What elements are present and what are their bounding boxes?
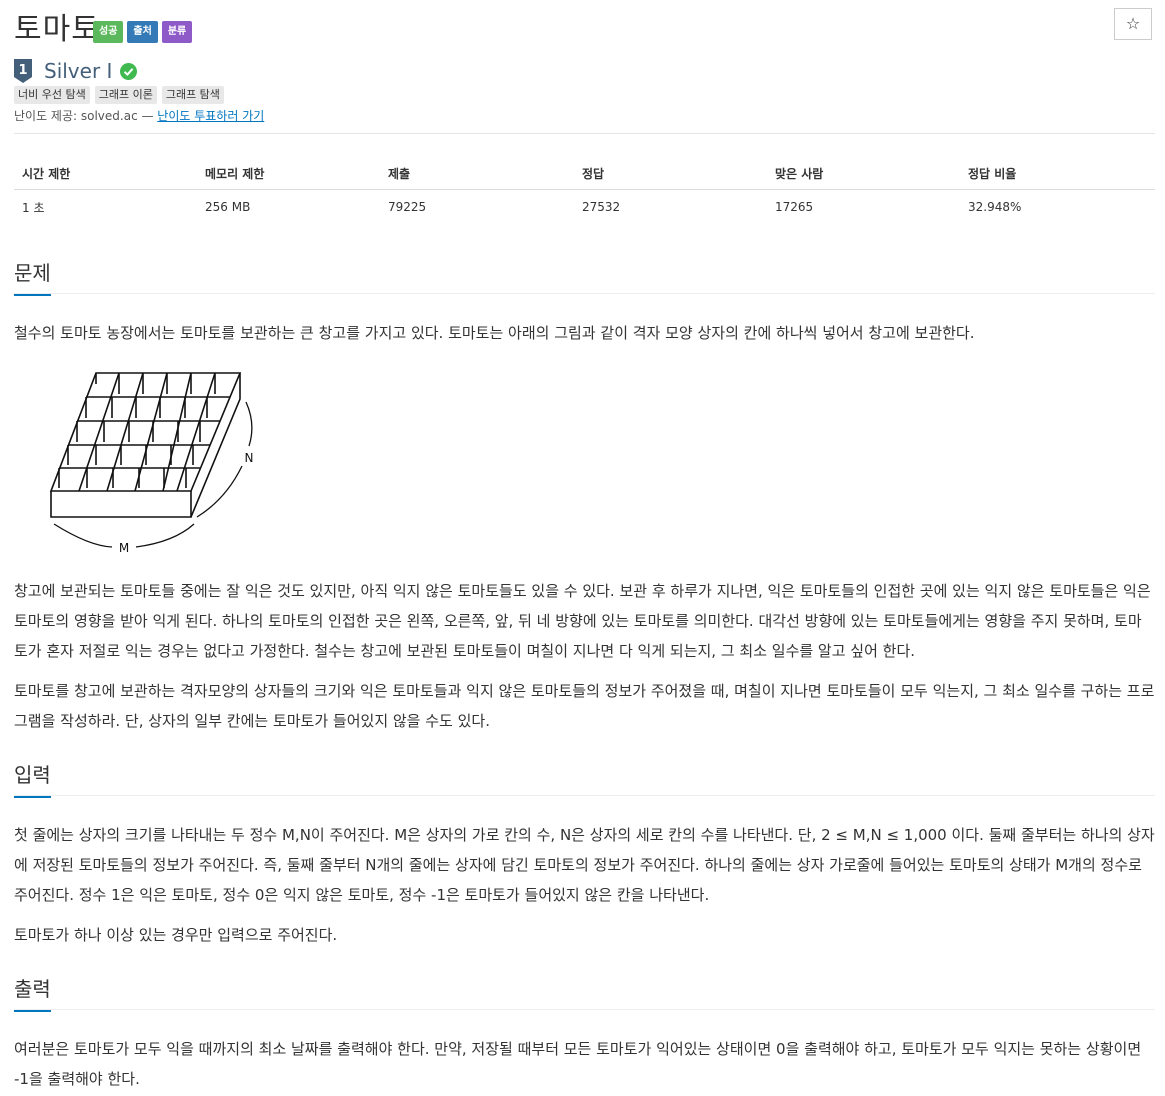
page-title: 토마토 <box>14 12 100 47</box>
header-divider <box>14 133 1155 134</box>
difficulty-vote-link[interactable]: 난이도 투표하러 가기 <box>157 109 264 123</box>
title-row: 토마토 성공 출처 분류 ☆ <box>14 0 1155 50</box>
tier-row: 1 Silver I <box>14 58 138 84</box>
section-output-header: 출력 <box>14 973 1155 1012</box>
figure-label-m: M <box>119 541 129 555</box>
check-circle-icon <box>120 62 138 80</box>
value-submissions: 79225 <box>388 200 427 214</box>
problem-description-1: 창고에 보관되는 토마토들 중에는 잘 익은 것도 있지만, 아직 익지 않은 … <box>14 582 1151 660</box>
output-description: 여러분은 토마토가 모두 익을 때까지의 최소 날짜를 출력해야 한다. 만약,… <box>14 1040 1142 1088</box>
section-divider <box>14 1009 1155 1010</box>
algorithm-tags: 너비 우선 탐색 그래프 이론 그래프 탐색 <box>14 86 224 104</box>
header-time-limit: 시간 제한 <box>14 157 197 190</box>
tomato-box-figure: M N <box>49 372 254 555</box>
problem-page: 토마토 성공 출처 분류 ☆ 1 Silver I 너비 우선 탐색 그래프 이… <box>14 0 1155 1088</box>
header-memory-limit: 메모리 제한 <box>197 157 380 190</box>
value-memory-limit: 256 MB <box>205 200 251 214</box>
badge-source[interactable]: 출처 <box>127 21 158 43</box>
section-input-title: 입력 <box>14 759 51 798</box>
info-table-header-row: 시간 제한 메모리 제한 제출 정답 맞은 사람 정답 비율 <box>14 157 1155 190</box>
badge-category[interactable]: 분류 <box>161 21 193 43</box>
problem-description-2: 토마토를 창고에 보관하는 격자모양의 상자들의 크기와 익은 토마토들과 익지… <box>14 682 1155 730</box>
tag-bfs[interactable]: 너비 우선 탐색 <box>14 86 90 104</box>
difficulty-provider: 난이도 제공: solved.ac — 난이도 투표하러 가기 <box>14 107 264 124</box>
section-divider <box>14 293 1155 294</box>
header-accept-ratio: 정답 비율 <box>960 157 1155 190</box>
problem-info-table: 시간 제한 메모리 제한 제출 정답 맞은 사람 정답 비율 1 초 256 M… <box>14 157 1155 224</box>
problem-intro-text: 철수의 토마토 농장에서는 토마토를 보관하는 큰 창고를 가지고 있다. 토마… <box>14 324 975 342</box>
value-accepted: 27532 <box>582 200 621 214</box>
header-submissions: 제출 <box>380 157 574 190</box>
tier-level-number: 1 <box>18 63 27 78</box>
info-table-row: 1 초 256 MB 79225 27532 17265 32.948% <box>14 190 1155 225</box>
section-input-header: 입력 <box>14 759 1155 798</box>
value-accept-ratio: 32.948% <box>968 200 1022 214</box>
section-problem-header: 문제 <box>14 257 1155 296</box>
tier-label[interactable]: Silver I <box>44 59 112 83</box>
silver-tier-icon: 1 <box>14 59 32 83</box>
section-output-title: 출력 <box>14 973 51 1012</box>
input-description-2: 토마토가 하나 이상 있는 경우만 입력으로 주어진다. <box>14 926 338 944</box>
difficulty-provider-text: 난이도 제공: solved.ac — <box>14 109 158 123</box>
favorite-star-button[interactable]: ☆ <box>1114 8 1152 40</box>
section-divider <box>14 795 1155 796</box>
tag-graph-search[interactable]: 그래프 탐색 <box>161 86 224 104</box>
tag-graph-theory[interactable]: 그래프 이론 <box>94 86 157 104</box>
badge-success[interactable]: 성공 <box>93 21 124 43</box>
input-description-1: 첫 줄에는 상자의 크기를 나타내는 두 정수 M,N이 주어진다. M은 상자… <box>14 826 1155 904</box>
problem-badges: 성공 출처 분류 <box>93 21 193 43</box>
header-solvers: 맞은 사람 <box>767 157 960 190</box>
figure-label-n: N <box>245 451 254 465</box>
section-problem-title: 문제 <box>14 257 51 296</box>
value-solvers: 17265 <box>775 200 814 214</box>
value-time-limit: 1 초 <box>22 200 45 215</box>
header-accepted: 정답 <box>574 157 767 190</box>
